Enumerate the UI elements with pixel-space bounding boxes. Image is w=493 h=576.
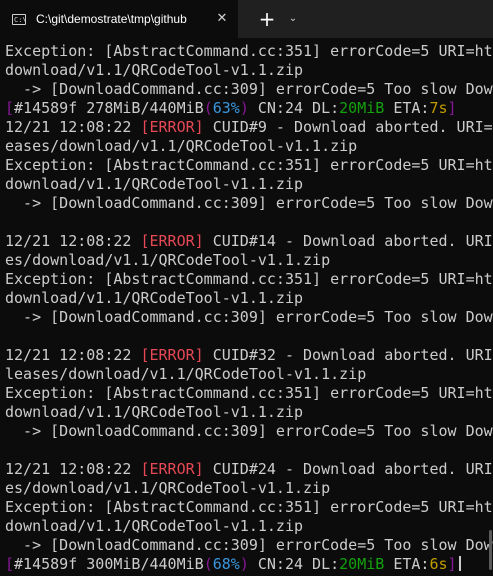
terminal-text: download/v1.1/QRCodeTool-v1.1.zip (5, 289, 304, 307)
terminal-text: #14589f 300MiB/440MiB (14, 555, 204, 573)
terminal-error-text: ERROR (149, 232, 195, 250)
terminal-line: -> [DownloadCommand.cc:309] errorCode=5 … (5, 536, 493, 555)
terminal-text: es/download/v1.1/QRCodeTool-v1.1.zip (5, 479, 331, 497)
terminal-text: #14589f 278MiB/440MiB (14, 99, 204, 117)
terminal-text: 12/21 12:08:22 (5, 118, 141, 136)
terminal-bracket-text: [ (5, 99, 15, 117)
terminal-eta-text: 6s (429, 555, 448, 573)
terminal-line: 12/21 12:08:22 [ERROR] CUID#9 - Download… (5, 118, 493, 137)
terminal-line: [#14589f 300MiB/440MiB(68%) CN:24 DL:20M… (5, 555, 493, 574)
terminal-text: Exception: [AbstractCommand.cc:351] erro… (5, 270, 493, 288)
terminal-line: -> [DownloadCommand.cc:309] errorCode=5 … (5, 422, 493, 441)
terminal-line: -> [DownloadCommand.cc:309] errorCode=5 … (5, 80, 493, 99)
terminal-dl-text: 20MiB (339, 555, 385, 573)
terminal-text: leases/download/v1.1/QRCodeTool-v1.1.zip (5, 365, 367, 383)
terminal-text: es/download/v1.1/QRCodeTool-v1.1.zip (5, 251, 331, 269)
terminal-line: Exception: [AbstractCommand.cc:351] erro… (5, 156, 493, 175)
terminal-line: leases/download/v1.1/QRCodeTool-v1.1.zip (5, 365, 493, 384)
terminal-bracket-text: ] (447, 555, 457, 573)
terminal-line: -> [DownloadCommand.cc:309] errorCode=5 … (5, 194, 493, 213)
terminal-text: -> [DownloadCommand.cc:309] errorCode=5 … (23, 308, 493, 326)
terminal-error-text: ERROR (149, 346, 195, 364)
terminal-text: -> [DownloadCommand.cc:309] errorCode=5 … (23, 194, 493, 212)
terminal-text: ETA: (384, 99, 430, 117)
terminal-line: Exception: [AbstractCommand.cc:351] erro… (5, 498, 493, 517)
terminal-output[interactable]: Exception: [AbstractCommand.cc:351] erro… (0, 38, 493, 576)
terminal-eta-text: 7s (429, 99, 448, 117)
terminal-bracket-text: ( (203, 555, 213, 573)
text-cursor (458, 556, 461, 571)
terminal-line: es/download/v1.1/QRCodeTool-v1.1.zip (5, 251, 493, 270)
tab-dropdown-button[interactable]: ⌄ (284, 9, 302, 29)
terminal-line: Exception: [AbstractCommand.cc:351] erro… (5, 384, 493, 403)
terminal-line: es/download/v1.1/QRCodeTool-v1.1.zip (5, 479, 493, 498)
terminal-text: download/v1.1/QRCodeTool-v1.1.zip (5, 403, 304, 421)
terminal-text: -> [DownloadCommand.cc:309] errorCode=5 … (23, 422, 493, 440)
tab-title: C:\git\demostrate\tmp\github (36, 12, 187, 26)
terminal-line: download/v1.1/QRCodeTool-v1.1.zip (5, 403, 493, 422)
terminal-error-text: ERROR (149, 460, 195, 478)
terminal-text: 12/21 12:08:22 (5, 460, 141, 478)
terminal-icon: C:\ (12, 13, 27, 25)
terminal-line: Exception: [AbstractCommand.cc:351] erro… (5, 270, 493, 289)
terminal-text: CN:24 DL: (248, 99, 340, 117)
terminal-error-text: ] (194, 118, 204, 136)
new-tab-button[interactable]: + (256, 8, 278, 30)
terminal-error-text: [ (140, 118, 150, 136)
terminal-line: download/v1.1/QRCodeTool-v1.1.zip (5, 175, 493, 194)
terminal-text: ETA: (384, 555, 430, 573)
terminal-line: 12/21 12:08:22 [ERROR] CUID#32 - Downloa… (5, 346, 493, 365)
terminal-text: CUID#32 - Download aborted. URI=https://… (212, 346, 493, 364)
terminal-line: 12/21 12:08:22 [ERROR] CUID#24 - Downloa… (5, 460, 493, 479)
terminal-text: Exception: [AbstractCommand.cc:351] erro… (5, 42, 493, 60)
close-tab-button[interactable]: ✕ (212, 9, 232, 29)
terminal-tab[interactable]: C:\ C:\git\demostrate\tmp\github ✕ (0, 0, 238, 38)
terminal-line: -> [DownloadCommand.cc:309] errorCode=5 … (5, 308, 493, 327)
terminal-text: download/v1.1/QRCodeTool-v1.1.zip (5, 517, 304, 535)
terminal-bracket-text: ( (203, 99, 213, 117)
terminal-text: CN:24 DL: (248, 555, 340, 573)
terminal-text: Exception: [AbstractCommand.cc:351] erro… (5, 156, 493, 174)
terminal-pct-text: 68% (212, 555, 240, 573)
terminal-line: download/v1.1/QRCodeTool-v1.1.zip (5, 289, 493, 308)
terminal-text: CUID#9 - Download aborted. URI=https://g… (212, 118, 493, 136)
terminal-text: CUID#24 - Download aborted. URI=https://… (212, 460, 493, 478)
terminal-pct-text: 63% (212, 99, 240, 117)
terminal-dl-text: 20MiB (339, 99, 385, 117)
terminal-line: eases/download/v1.1/QRCodeTool-v1.1.zip (5, 137, 493, 156)
terminal-bracket-text: ] (447, 99, 457, 117)
terminal-line: Exception: [AbstractCommand.cc:351] erro… (5, 42, 493, 61)
terminal-text: 12/21 12:08:22 (5, 232, 141, 250)
terminal-line: download/v1.1/QRCodeTool-v1.1.zip (5, 517, 493, 536)
terminal-text: download/v1.1/QRCodeTool-v1.1.zip (5, 175, 304, 193)
terminal-error-text: [ (140, 460, 150, 478)
terminal-bracket-text: ) (239, 555, 249, 573)
terminal-bracket-text: [ (5, 555, 15, 573)
terminal-error-text: ] (194, 346, 204, 364)
terminal-text: -> [DownloadCommand.cc:309] errorCode=5 … (23, 80, 493, 98)
terminal-text: 12/21 12:08:22 (5, 346, 141, 364)
terminal-line: 12/21 12:08:22 [ERROR] CUID#14 - Downloa… (5, 232, 493, 251)
scrollbar-thumb[interactable] (489, 530, 492, 570)
terminal-line: [#14589f 278MiB/440MiB(63%) CN:24 DL:20M… (5, 99, 493, 118)
terminal-error-text: ] (194, 232, 204, 250)
terminal-text: Exception: [AbstractCommand.cc:351] erro… (5, 498, 493, 516)
terminal-bracket-text: ) (239, 99, 249, 117)
terminal-error-text: ] (194, 460, 204, 478)
terminal-text: -> [DownloadCommand.cc:309] errorCode=5 … (23, 536, 493, 554)
terminal-text: Exception: [AbstractCommand.cc:351] erro… (5, 384, 493, 402)
terminal-line: download/v1.1/QRCodeTool-v1.1.zip (5, 61, 493, 80)
title-bar: C:\ C:\git\demostrate\tmp\github ✕ + ⌄ (0, 0, 493, 38)
terminal-text: CUID#14 - Download aborted. URI=https://… (212, 232, 493, 250)
terminal-error-text: [ (140, 232, 150, 250)
terminal-text: download/v1.1/QRCodeTool-v1.1.zip (5, 61, 304, 79)
terminal-error-text: [ (140, 346, 150, 364)
terminal-text: eases/download/v1.1/QRCodeTool-v1.1.zip (5, 137, 358, 155)
terminal-error-text: ERROR (149, 118, 195, 136)
